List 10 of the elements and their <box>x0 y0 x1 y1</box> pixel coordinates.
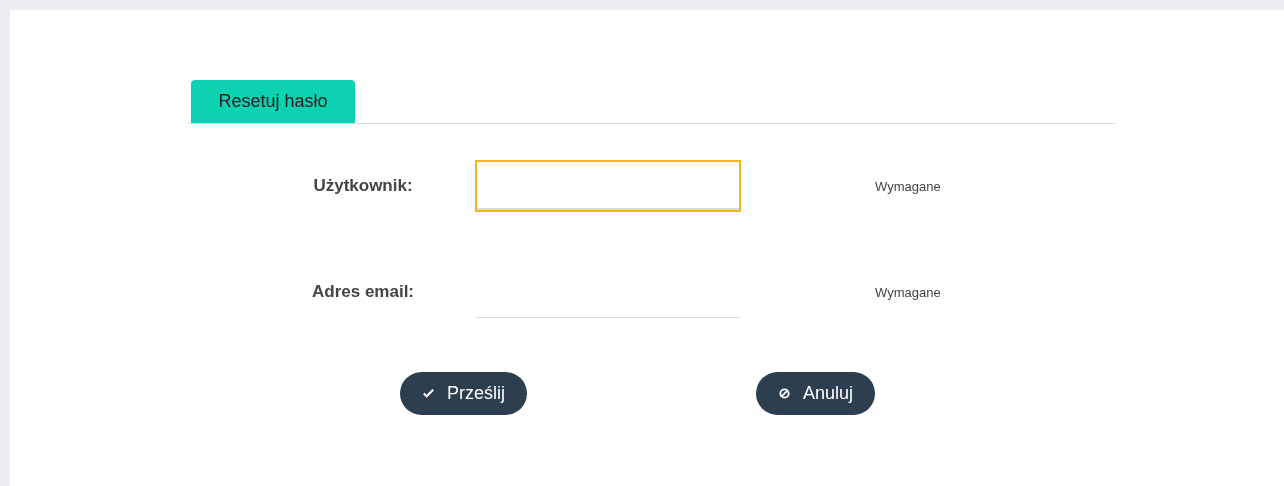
prohibited-icon <box>778 387 791 400</box>
field-label: Użytkownik: <box>313 175 413 197</box>
check-icon <box>422 387 435 400</box>
cancel-button[interactable]: Anuluj <box>756 372 876 415</box>
field-label: Adres email: <box>312 281 415 303</box>
required-hint: Wymagane <box>875 178 941 194</box>
input-field[interactable] <box>475 160 741 212</box>
submit-button[interactable]: Prześlij <box>400 372 527 415</box>
required-hint: Wymagane <box>875 284 941 300</box>
tab[interactable]: Resetuj hasło <box>191 80 355 123</box>
